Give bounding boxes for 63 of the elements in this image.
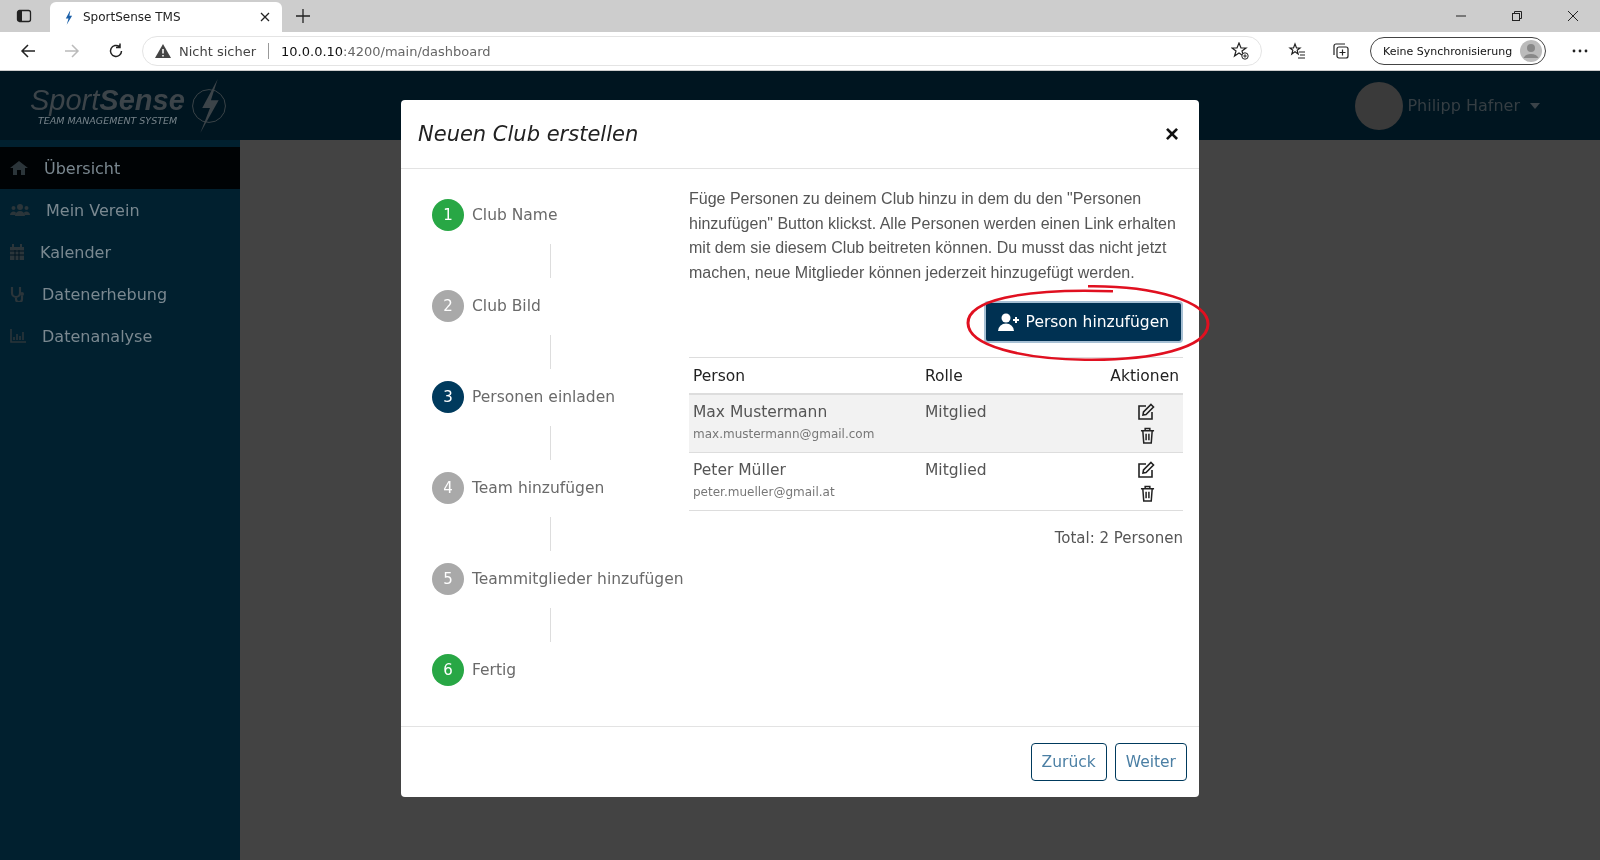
dialog-title: Neuen Club erstellen xyxy=(418,122,639,146)
trash-icon[interactable] xyxy=(1140,485,1155,502)
sidebar-item[interactable]: Übersicht xyxy=(0,147,240,189)
back-icon[interactable] xyxy=(20,43,36,59)
users-icon xyxy=(10,204,30,216)
user-plus-icon xyxy=(997,313,1020,331)
calendar-icon xyxy=(10,244,24,260)
step-number: 3 xyxy=(432,381,464,413)
back-button[interactable]: Zurück xyxy=(1030,743,1107,781)
person-name: Peter Müller xyxy=(693,461,787,479)
person-email: max.mustermann@gmail.com xyxy=(693,427,876,441)
sidebar-item[interactable]: Datenanalyse xyxy=(0,315,240,357)
step-label: Team hinzufügen xyxy=(472,479,605,497)
avatar-icon xyxy=(1520,40,1543,62)
add-person-button[interactable]: Person hinzufügen xyxy=(983,301,1183,343)
collections-icon[interactable] xyxy=(1332,42,1350,60)
total-count: Total: 2 Personen xyxy=(1053,528,1183,547)
person-email: peter.mueller@gmail.at xyxy=(693,485,836,499)
bar-chart-icon xyxy=(10,329,26,343)
column-header: Rolle xyxy=(925,366,964,385)
step-number: 6 xyxy=(432,654,464,686)
step-label: Teammitglieder hinzufügen xyxy=(472,570,684,588)
close-tab-icon[interactable] xyxy=(260,12,270,22)
step-number: 1 xyxy=(432,199,464,231)
step-label: Club Bild xyxy=(472,297,541,315)
url-text: 10.0.0.10:4200/main/dashboard xyxy=(281,43,491,59)
security-label: Nicht sicher xyxy=(179,43,257,59)
column-header: Person xyxy=(693,366,747,385)
sidebar-item[interactable]: Mein Verein xyxy=(0,189,240,231)
add-favorite-icon[interactable] xyxy=(1231,42,1249,60)
step-label: Club Name xyxy=(472,206,558,224)
tab-actions-icon[interactable] xyxy=(16,8,32,24)
address-field[interactable]: Nicht sicher 10.0.0.10:4200/main/dashboard xyxy=(142,36,1262,66)
bolt-icon xyxy=(64,9,73,25)
role-cell-text: Mitglied xyxy=(925,403,988,421)
trash-icon[interactable] xyxy=(1140,427,1155,444)
reload-icon[interactable] xyxy=(108,43,124,59)
stethoscope-icon xyxy=(10,286,26,302)
step-number: 2 xyxy=(432,290,464,322)
restore-icon[interactable] xyxy=(1512,11,1522,21)
warning-icon xyxy=(155,44,171,58)
edit-icon[interactable] xyxy=(1137,403,1155,421)
step-number: 5 xyxy=(432,563,464,595)
step-label: Fertig xyxy=(472,661,517,679)
next-button[interactable]: Weiter xyxy=(1114,743,1187,781)
close-window-icon[interactable] xyxy=(1568,11,1578,21)
edit-icon[interactable] xyxy=(1137,461,1155,479)
sidebar-item[interactable]: Kalender xyxy=(0,231,240,273)
step-label: Personen einladen xyxy=(472,388,616,406)
close-button[interactable]: × xyxy=(1161,122,1183,146)
sync-button[interactable]: Keine Synchronisierung xyxy=(1370,37,1547,65)
role-cell-text: Mitglied xyxy=(925,461,988,479)
new-tab-icon[interactable] xyxy=(296,9,310,23)
step-number: 4 xyxy=(432,472,464,504)
home-icon xyxy=(10,161,28,175)
column-header: Aktionen xyxy=(1109,366,1179,385)
instructions-text: Füge Personen zu deinem Club hinzu in dem du den "Personen hinzufügen" Button klickst. Alle Personen werden einen Link erhalten mit dem sie diesem Club beitreten können. Du musst das nicht jetzt machen, neue Mitglieder können jederzeit hinzugefügt werden. xyxy=(689,189,1177,283)
more-icon[interactable] xyxy=(1572,49,1589,53)
logo-name: SportSense xyxy=(30,85,185,115)
browser-tab[interactable]: SportSense TMS xyxy=(50,2,282,32)
favorites-icon[interactable] xyxy=(1288,42,1306,60)
sidebar-item[interactable]: Datenerhebung xyxy=(0,273,240,315)
person-name: Max Mustermann xyxy=(693,403,829,421)
